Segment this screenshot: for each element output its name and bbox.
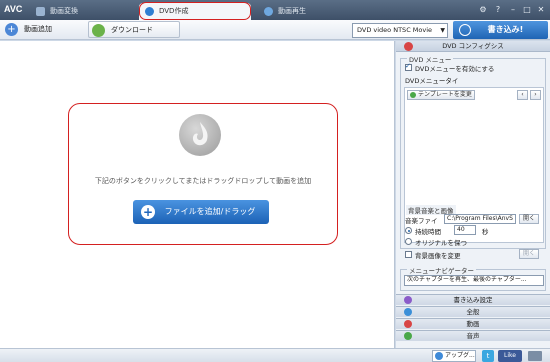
- music-file-input[interactable]: C:\Program Files\AnvS: [444, 214, 516, 224]
- group-title: メニューナビゲーター: [407, 265, 476, 275]
- section-burn-settings[interactable]: 書き込み設定: [396, 294, 550, 305]
- open-bg-button[interactable]: 開く: [519, 249, 539, 259]
- section-label: 全般: [466, 308, 480, 316]
- format-value: DVD video NTSC Movie: [357, 26, 433, 34]
- template-icon: [410, 92, 416, 98]
- change-template-label: テンプレートを変更: [418, 91, 472, 98]
- download-icon: [92, 24, 105, 37]
- panel-header: DVD コンフィグシス: [396, 41, 550, 52]
- disc-icon: [404, 42, 413, 51]
- toolbar: + 動画追加 ダウンロード DVD video NTSC Movie ▼ 書き込…: [0, 20, 550, 40]
- download-button[interactable]: ダウンロード: [88, 21, 180, 38]
- download-label: ダウンロード: [111, 26, 153, 34]
- add-video-label: 動画追加: [24, 25, 52, 33]
- title-bar: AVC 動画変換 DVD作成 動画再生 ⚙ ? – □ ✕: [0, 0, 550, 20]
- section-video[interactable]: 動画: [396, 318, 550, 329]
- facebook-like-button[interactable]: Like: [498, 350, 522, 362]
- add-file-label: ファイルを追加/ドラッグ: [164, 207, 256, 216]
- plus-icon: +: [5, 23, 18, 36]
- menu-title-label: DVDメニュータイ: [405, 77, 459, 85]
- status-bar: アップグ... t Like: [0, 348, 550, 362]
- change-bg-checkbox[interactable]: [405, 251, 412, 258]
- add-video-button[interactable]: + 動画追加: [2, 21, 82, 38]
- output-format-select[interactable]: DVD video NTSC Movie ▼: [352, 23, 448, 38]
- change-bg-label: 背景画像を変更: [415, 252, 461, 260]
- audio-icon: [404, 332, 412, 340]
- settings-icon[interactable]: ⚙: [478, 4, 488, 15]
- enable-menu-checkbox[interactable]: [405, 62, 412, 71]
- upgrade-label: アップグ...: [445, 352, 475, 359]
- tab-label: 動画変換: [50, 7, 78, 15]
- change-template-button[interactable]: テンプレートを変更: [407, 90, 475, 100]
- burn-button[interactable]: 書き込み!: [453, 21, 548, 39]
- drop-hint: 下記のボタンをクリックしてまたはドラッグドロップして動画を追加: [94, 177, 312, 185]
- plus-icon: +: [141, 205, 155, 219]
- convert-icon: [36, 7, 45, 16]
- open-music-button[interactable]: 開く: [519, 214, 539, 224]
- music-file-label: 音楽ファイ: [405, 217, 438, 225]
- twitter-icon[interactable]: t: [482, 350, 494, 362]
- play-icon: [264, 7, 273, 16]
- chevron-down-icon: ▼: [440, 27, 445, 34]
- duration-radio[interactable]: [405, 227, 412, 234]
- file-list-area[interactable]: 下記のボタンをクリックしてまたはドラッグドロップして動画を追加 + ファイルを追…: [0, 41, 395, 348]
- section-label: 書き込み設定: [453, 296, 493, 304]
- duration-input[interactable]: 40: [454, 225, 476, 235]
- close-icon[interactable]: ✕: [536, 4, 546, 15]
- tab-label: 動画再生: [278, 7, 306, 15]
- prev-template-button[interactable]: ‹: [517, 90, 528, 100]
- upgrade-icon: [435, 352, 443, 360]
- navigator-select[interactable]: 次のチャプターを再生、最後のチャプター...: [404, 275, 544, 286]
- help-icon[interactable]: ?: [493, 4, 503, 15]
- maximize-icon[interactable]: □: [522, 4, 532, 15]
- tab-video-convert[interactable]: 動画変換: [30, 3, 134, 20]
- burn-label: 書き込み!: [487, 25, 524, 34]
- refresh-icon: [459, 24, 471, 36]
- seconds-label: 秒: [482, 228, 489, 236]
- screen-icon[interactable]: [528, 351, 542, 361]
- burn-settings-icon: [404, 296, 412, 304]
- general-icon: [404, 308, 412, 316]
- highlight-ring: [139, 2, 251, 20]
- panel-title: DVD コンフィグシス: [442, 42, 504, 50]
- section-label: 動画: [466, 320, 480, 328]
- duration-label: 持続時間: [415, 228, 441, 236]
- upgrade-button[interactable]: アップグ...: [432, 350, 476, 362]
- keep-original-radio[interactable]: [405, 238, 412, 245]
- enable-menu-label: DVDメニューを有効にする: [415, 65, 495, 73]
- next-template-button[interactable]: ›: [530, 90, 541, 100]
- add-file-button[interactable]: + ファイルを追加/ドラッグ: [133, 200, 269, 224]
- section-audio[interactable]: 音声: [396, 330, 550, 341]
- tab-video-play[interactable]: 動画再生: [258, 3, 362, 20]
- app-logo: AVC: [4, 4, 23, 14]
- video-icon: [404, 320, 412, 328]
- section-label: 音声: [466, 332, 480, 340]
- keep-original-label: オリジナルを保つ: [415, 239, 467, 247]
- facebook-label: Like: [504, 352, 516, 359]
- minimize-icon[interactable]: –: [508, 4, 518, 15]
- section-general[interactable]: 全般: [396, 306, 550, 317]
- flame-logo-icon: [179, 114, 221, 156]
- dvd-config-panel: DVD コンフィグシス DVD メニュー DVDメニューを有効にする DVDメニ…: [396, 41, 550, 348]
